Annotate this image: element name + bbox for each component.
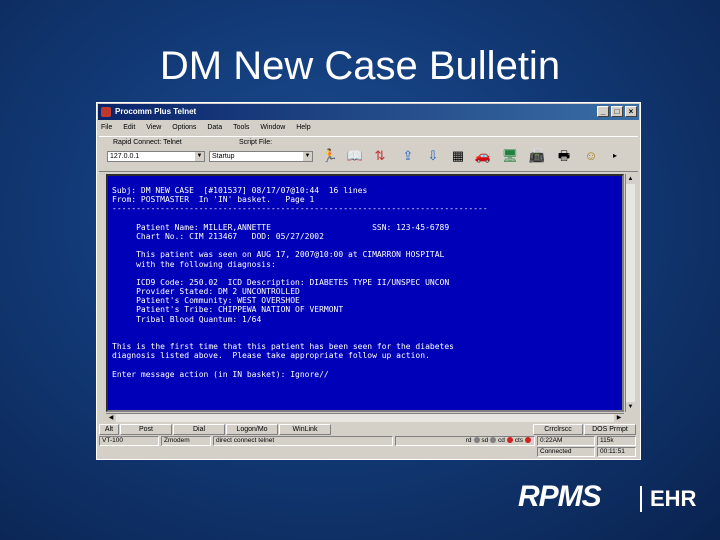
terminal-line: ICD9 Code: 250.02 ICD Description: DIABE…	[112, 277, 450, 287]
printer-icon[interactable]: 🖶	[553, 145, 575, 167]
status-elapsed: 00:11:51	[597, 447, 636, 457]
upload-icon[interactable]: ⇪	[397, 145, 419, 167]
vertical-scrollbar[interactable]: ▲ ▼	[625, 174, 635, 412]
slide-title: DM New Case Bulletin	[159, 44, 561, 88]
menu-options[interactable]: Options	[172, 122, 196, 134]
download-icon[interactable]: ⇩	[422, 145, 444, 167]
chevron-right-icon[interactable]: ▸	[604, 145, 626, 167]
status-emulation[interactable]: VT-100	[99, 436, 159, 446]
menu-tools[interactable]: Tools	[233, 122, 249, 134]
menu-window[interactable]: Window	[260, 122, 285, 134]
status-modem[interactable]: Zmodem	[161, 436, 211, 446]
led-rd-label: rd	[465, 437, 472, 444]
car-icon[interactable]: 🚗	[472, 145, 494, 167]
fax-icon[interactable]: 📠	[526, 145, 548, 167]
logo-suffix: EHR	[650, 486, 697, 511]
terminal-line: Tribal Blood Quantum: 1/64	[112, 314, 262, 324]
rpms-ehr-logo: RPMS EHR	[518, 480, 708, 520]
chevron-down-icon[interactable]: ▼	[195, 152, 204, 161]
terminal-line: From: POSTMASTER In 'IN' basket. Page 1	[112, 195, 315, 205]
menu-data[interactable]: Data	[207, 122, 222, 134]
terminal-line: This is the first time that this patient…	[112, 342, 454, 352]
scroll-left-icon[interactable]: ◀	[106, 414, 116, 422]
menu-help[interactable]: Help	[296, 122, 310, 134]
menu-edit[interactable]: Edit	[123, 122, 135, 134]
menu-file[interactable]: File	[101, 122, 112, 134]
terminal-line: diagnosis listed above. Please take appr…	[112, 351, 430, 361]
status-connection: direct connect telnet	[213, 436, 393, 446]
terminal-line: Subj: DM NEW CASE [#101537] 08/17/07@10:…	[112, 186, 368, 195]
scroll-right-icon[interactable]: ▶	[614, 414, 624, 422]
terminal-screen[interactable]: Subj: DM NEW CASE [#101537] 08/17/07@10:…	[106, 174, 624, 412]
function-key-bar: Alt Post Dial Logon/Mo WinLink Crrclrscc…	[99, 424, 638, 435]
chevron-down-icon[interactable]: ▼	[303, 152, 312, 161]
run-icon[interactable]: 🏃	[319, 145, 341, 167]
fkey-dos-prompt[interactable]: DOS Prmpt	[584, 424, 636, 435]
minimize-button[interactable]: _	[597, 106, 609, 117]
status-leds: rd sd cd cts	[395, 436, 535, 446]
led-cd-label: cd	[498, 437, 505, 444]
led-sd-icon	[490, 437, 497, 443]
scroll-down-icon[interactable]: ▼	[626, 402, 635, 412]
led-cd-icon	[506, 437, 513, 443]
script-file-label: Script File:	[239, 139, 273, 146]
terminal-line: This patient was seen on AUG 17, 2007@10…	[112, 250, 445, 260]
fkey-crrclrscc[interactable]: Crrclrscc	[533, 424, 583, 435]
rapid-connect-label: Rapid Connect: Telnet	[113, 139, 182, 146]
monitor-icon[interactable]: 🖥	[499, 145, 521, 167]
fkey-alt[interactable]: Alt	[99, 424, 119, 435]
led-rd-icon	[473, 437, 480, 443]
grid-icon[interactable]: ▦	[447, 145, 469, 167]
scroll-up-icon[interactable]: ▲	[626, 174, 635, 184]
script-file-value: Startup	[212, 153, 235, 160]
led-cts-label: cts	[514, 437, 523, 444]
procomm-window: Procomm Plus Telnet _ □ × File Edit View…	[96, 102, 641, 460]
fkey-spacer	[332, 424, 532, 435]
terminal-line: Patient Name: MILLER,ANNETTE SSN: 123-45…	[112, 222, 450, 232]
terminal-line: Chart No.: CIM 213467 DOD: 05/27/2002	[112, 231, 324, 241]
menu-bar: File Edit View Options Data Tools Window…	[99, 122, 638, 134]
status-speed: 115k	[597, 436, 636, 446]
rapid-connect-value: 127.0.0.1	[110, 153, 140, 160]
book-icon[interactable]: 📖	[344, 145, 366, 167]
rapid-connect-select[interactable]: 127.0.0.1 ▼	[107, 151, 205, 162]
helper-icon[interactable]: ☺	[580, 145, 602, 167]
window-title: Procomm Plus Telnet	[115, 107, 197, 116]
fkey-post[interactable]: Post	[120, 424, 172, 435]
horizontal-scrollbar[interactable]: ◀ ▶	[106, 413, 624, 422]
fkey-dial[interactable]: Dial	[173, 424, 225, 435]
fkey-winlink[interactable]: WinLink	[279, 424, 331, 435]
led-sd-label: sd	[481, 437, 489, 444]
terminal-line: Patient's Tribe: CHIPPEWA NATION OF VERM…	[112, 305, 344, 315]
window-titlebar[interactable]: Procomm Plus Telnet _ □ ×	[98, 104, 639, 120]
close-button[interactable]: ×	[625, 106, 637, 117]
menu-view[interactable]: View	[146, 122, 161, 134]
status-bar: VT-100 Zmodem direct connect telnet rd s…	[99, 436, 638, 458]
logo-brand: RPMS	[518, 480, 602, 513]
terminal-line: with the following diagnosis:	[112, 259, 276, 269]
led-cts-icon	[525, 437, 531, 443]
maximize-button[interactable]: □	[611, 106, 623, 117]
transfer-icon[interactable]: ⇅	[369, 145, 391, 167]
terminal-line: ----------------------------------------…	[112, 204, 488, 214]
script-file-select[interactable]: Startup ▼	[209, 151, 313, 162]
terminal-line: Patient's Community: WEST OVERSHOE	[112, 296, 300, 306]
fkey-logon[interactable]: Logon/Mo	[226, 424, 278, 435]
status-online: Connected	[537, 447, 595, 457]
toolbar: Rapid Connect: Telnet 127.0.0.1 ▼ Script…	[99, 136, 638, 172]
status-time: 0:22AM	[537, 436, 595, 446]
terminal-line: Provider Stated: DM 2 UNCONTROLLED	[112, 287, 300, 297]
terminal-prompt[interactable]: Enter message action (in IN basket): Ign…	[112, 370, 622, 379]
logo-divider	[640, 486, 642, 512]
app-icon	[101, 107, 111, 117]
